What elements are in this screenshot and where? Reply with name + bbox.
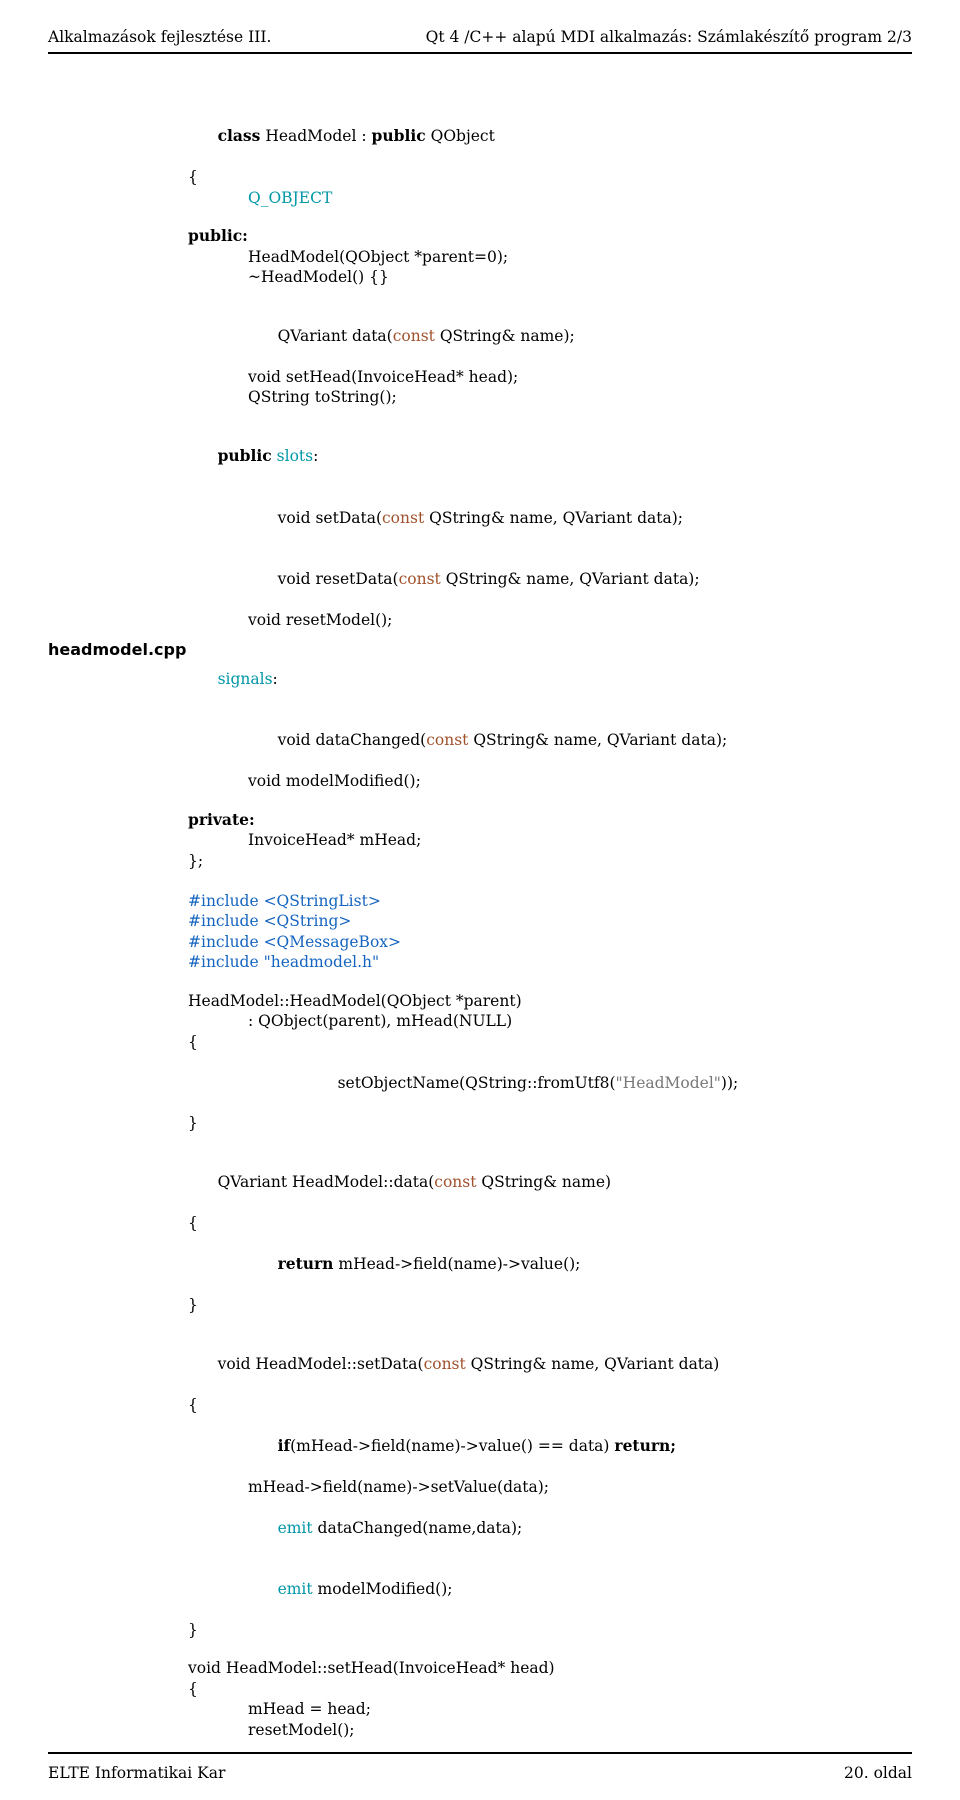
footer-right: 20. oldal <box>844 1764 912 1782</box>
hm-data-pre: QVariant HeadModel::data( <box>218 1173 435 1191</box>
code-block-header: class HeadModel : public QObject { Q_OBJ… <box>188 106 912 871</box>
hm-ctor-init: : QObject(parent), mHead(NULL) <box>188 1011 912 1031</box>
header-right: Qt 4 /C++ alapú MDI alkalmazás: Számlaké… <box>426 28 912 46</box>
footer-left: ELTE Informatikai Kar <box>48 1764 225 1782</box>
brace-open-2: { <box>188 1032 912 1052</box>
emit1-post: dataChanged(name,data); <box>313 1519 523 1537</box>
datachanged-post: QString& name, QVariant data); <box>468 731 727 749</box>
macro-qobject: Q_OBJECT <box>248 189 332 207</box>
hm-setdata-ln2: mHead->field(name)->setValue(data); <box>188 1477 912 1497</box>
kw-return-2: return; <box>614 1436 676 1455</box>
page-footer: ELTE Informatikai Kar 20. oldal <box>48 1764 912 1782</box>
code-block-cpp: #include <QStringList> #include <QString… <box>188 891 912 1740</box>
kw-const-2: const <box>382 509 424 527</box>
brace-open: { <box>188 167 912 187</box>
hm-data-post: QString& name) <box>476 1173 611 1191</box>
setdata-pre: void setData( <box>278 509 382 527</box>
resetdata-pre: void resetData( <box>278 570 399 588</box>
resetmodel-decl: void resetModel(); <box>188 610 912 630</box>
resetdata-post: QString& name, QVariant data); <box>441 570 700 588</box>
kw-const-5: const <box>434 1173 476 1191</box>
setdata-post: QString& name, QVariant data); <box>424 509 683 527</box>
brace-open-4: { <box>188 1395 912 1415</box>
data-post: QString& name); <box>435 327 575 345</box>
kw-public-2: public <box>218 446 272 465</box>
kw-const-6: const <box>424 1355 466 1373</box>
kw-private: private: <box>188 810 255 829</box>
kw-public: public: <box>188 226 248 245</box>
mhead-decl: InvoiceHead* mHead; <box>188 830 912 850</box>
dtor-decl: ~HeadModel() {} <box>188 267 912 287</box>
include-2: #include <QString> <box>188 911 912 931</box>
file-label: headmodel.cpp <box>48 640 186 659</box>
brace-open-3: { <box>188 1213 912 1233</box>
include-4a: #include <box>188 953 264 971</box>
kw-const-1: const <box>393 327 435 345</box>
include-4b: "headmodel.h" <box>264 953 380 971</box>
hm-ctor: HeadModel::HeadModel(QObject *parent) <box>188 991 912 1011</box>
kw-const-3: const <box>399 570 441 588</box>
hm-sethead-ln1: mHead = head; <box>188 1699 912 1719</box>
setobj-b: "HeadModel" <box>616 1074 721 1092</box>
sethead-decl: void setHead(InvoiceHead* head); <box>188 367 912 387</box>
brace-open-5: { <box>188 1679 912 1699</box>
hm-setdata-post: QString& name, QVariant data) <box>466 1355 720 1373</box>
hm-setdata-pre: void HeadModel::setData( <box>218 1355 424 1373</box>
class-sep: : <box>356 127 371 145</box>
page: Alkalmazások fejlesztése III. Qt 4 /C++ … <box>0 0 960 1800</box>
kw-class: class <box>218 126 261 145</box>
kw-public-base: public <box>372 126 426 145</box>
hm-data-ret: mHead->field(name)->value(); <box>333 1255 580 1273</box>
header-left: Alkalmazások fejlesztése III. <box>48 28 271 46</box>
include-3: #include <QMessageBox> <box>188 932 912 952</box>
kw-return-1: return <box>278 1254 334 1273</box>
datachanged-pre: void dataChanged( <box>278 731 427 749</box>
emit2-post: modelModified(); <box>313 1580 453 1598</box>
setobj-a: setObjectName(QString::fromUtf8( <box>338 1074 616 1092</box>
class-name: HeadModel <box>265 127 356 145</box>
kw-signals: signals <box>218 670 273 688</box>
data-pre: QVariant data( <box>278 327 393 345</box>
hm-sethead-ln2: resetModel(); <box>188 1720 912 1740</box>
brace-close-1: } <box>188 1113 912 1133</box>
page-header: Alkalmazások fejlesztése III. Qt 4 /C++ … <box>48 28 912 50</box>
header-rule <box>48 52 912 54</box>
class-close: }; <box>188 851 912 871</box>
kw-emit-1: emit <box>278 1519 313 1537</box>
footer-rule <box>48 1752 912 1754</box>
colon-2: : <box>273 670 278 688</box>
ctor-decl: HeadModel(QObject *parent=0); <box>188 247 912 267</box>
brace-close-2: } <box>188 1295 912 1315</box>
kw-slots: slots <box>272 447 313 465</box>
hm-setdata-if: (mHead->field(name)->value() == data) <box>290 1437 614 1455</box>
base-class: QObject <box>426 127 495 145</box>
colon-1: : <box>313 447 318 465</box>
include-1: #include <QStringList> <box>188 891 912 911</box>
kw-const-4: const <box>426 731 468 749</box>
modelmodified-decl: void modelModified(); <box>188 771 912 791</box>
tostring-decl: QString toString(); <box>188 387 912 407</box>
kw-emit-2: emit <box>278 1580 313 1598</box>
kw-if: if <box>278 1436 291 1455</box>
brace-close-3: } <box>188 1620 912 1640</box>
setobj-c: )); <box>721 1074 738 1092</box>
hm-sethead: void HeadModel::setHead(InvoiceHead* hea… <box>188 1658 912 1678</box>
